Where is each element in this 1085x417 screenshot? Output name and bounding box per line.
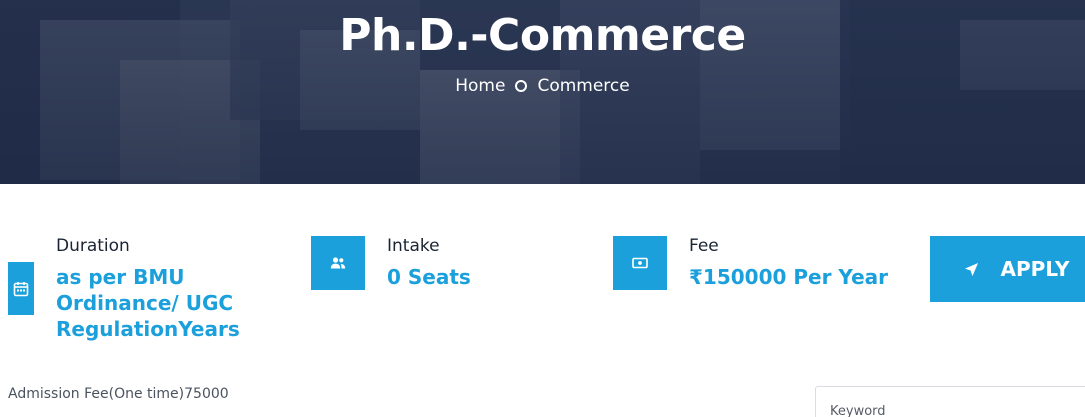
breadcrumb-separator-icon (515, 80, 528, 92)
duration-icon-box (8, 262, 34, 315)
calendar-icon (13, 281, 29, 296)
users-icon (330, 257, 346, 269)
fee-icon-box (613, 236, 667, 290)
keyword-search-input[interactable] (815, 386, 1085, 417)
duration-value-line: RegulationYears (56, 317, 240, 341)
money-icon (632, 257, 648, 269)
duration-value-line: Ordinance/ UGC (56, 291, 234, 315)
intake-label: Intake (387, 236, 440, 256)
apply-button-label: APPLY (1000, 257, 1070, 281)
duration-value-line: as per BMU (56, 265, 185, 289)
breadcrumb: Home Commerce (0, 74, 1085, 98)
duration-value: as per BMU Ordinance/ UGC RegulationYear… (56, 264, 240, 342)
fee-label: Fee (689, 236, 719, 256)
apply-button[interactable]: APPLY (930, 236, 1085, 302)
intake-icon-box (311, 236, 365, 290)
send-arrow-icon (964, 262, 978, 276)
admission-fee-text: Admission Fee(One time)75000 (8, 386, 229, 402)
hero-banner: Ph.D.-Commerce Home Commerce (0, 0, 1085, 184)
intake-value: 0 Seats (387, 265, 471, 289)
breadcrumb-home-link[interactable]: Home (455, 76, 505, 96)
breadcrumb-current: Commerce (537, 76, 630, 96)
fee-value: ₹150000 Per Year (689, 265, 888, 289)
page-title: Ph.D.-Commerce (339, 10, 746, 61)
duration-label: Duration (56, 236, 130, 256)
